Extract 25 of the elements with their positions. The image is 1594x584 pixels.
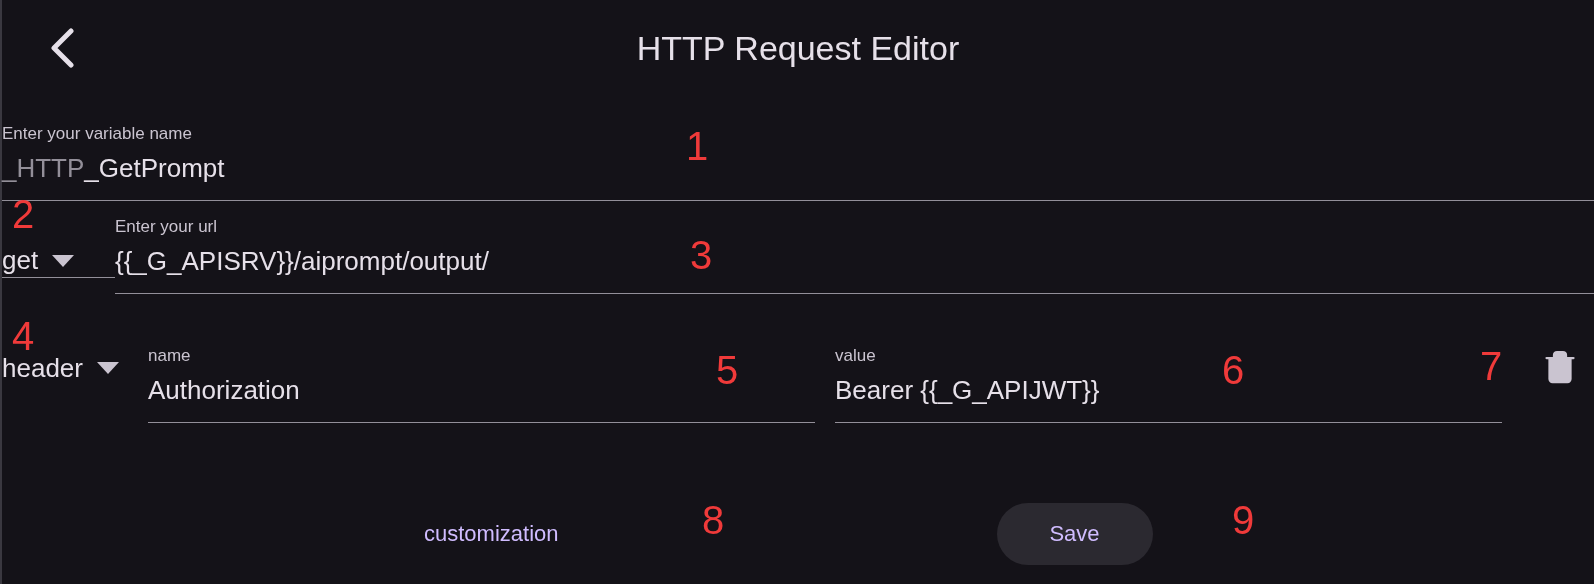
annotation-number: 3: [690, 235, 713, 275]
dropdown-caret-icon: [96, 362, 119, 374]
field-value: Bearer {{_G_APIJWT}}: [835, 374, 1100, 406]
param-name-field[interactable]: name Authorization 5: [148, 346, 815, 423]
save-button[interactable]: Save: [996, 503, 1153, 565]
field-value: {{_G_APISRV}}/aiprompt/output/: [115, 245, 489, 277]
annotation-number: 7: [1480, 346, 1503, 386]
url-field[interactable]: Enter your url {{_G_APISRV}}/aiprompt/output/ 3: [115, 217, 1594, 294]
back-chevron-icon: [49, 28, 75, 68]
annotation-number: 5: [716, 350, 739, 390]
annotation-number: 8: [702, 500, 725, 540]
variable-name-field[interactable]: Enter your variable name _HTTP_GetPrompt 1: [2, 124, 1594, 201]
field-label: Enter your variable name: [2, 124, 192, 144]
field-value: Authorization: [148, 374, 300, 406]
field-label: name: [148, 346, 191, 366]
field-label: Enter your url: [115, 217, 218, 237]
annotation-number: 1: [686, 126, 709, 166]
method-select[interactable]: get: [2, 244, 115, 278]
annotation-number: 9: [1232, 500, 1255, 540]
field-label: value: [835, 346, 876, 366]
window-title: HTTP Request Editor: [636, 28, 960, 68]
dropdown-caret-icon: [52, 254, 75, 267]
customization-link[interactable]: customization: [424, 521, 559, 547]
field-value: _HTTP_GetPrompt: [2, 152, 225, 184]
annotation-number: 6: [1222, 350, 1245, 390]
